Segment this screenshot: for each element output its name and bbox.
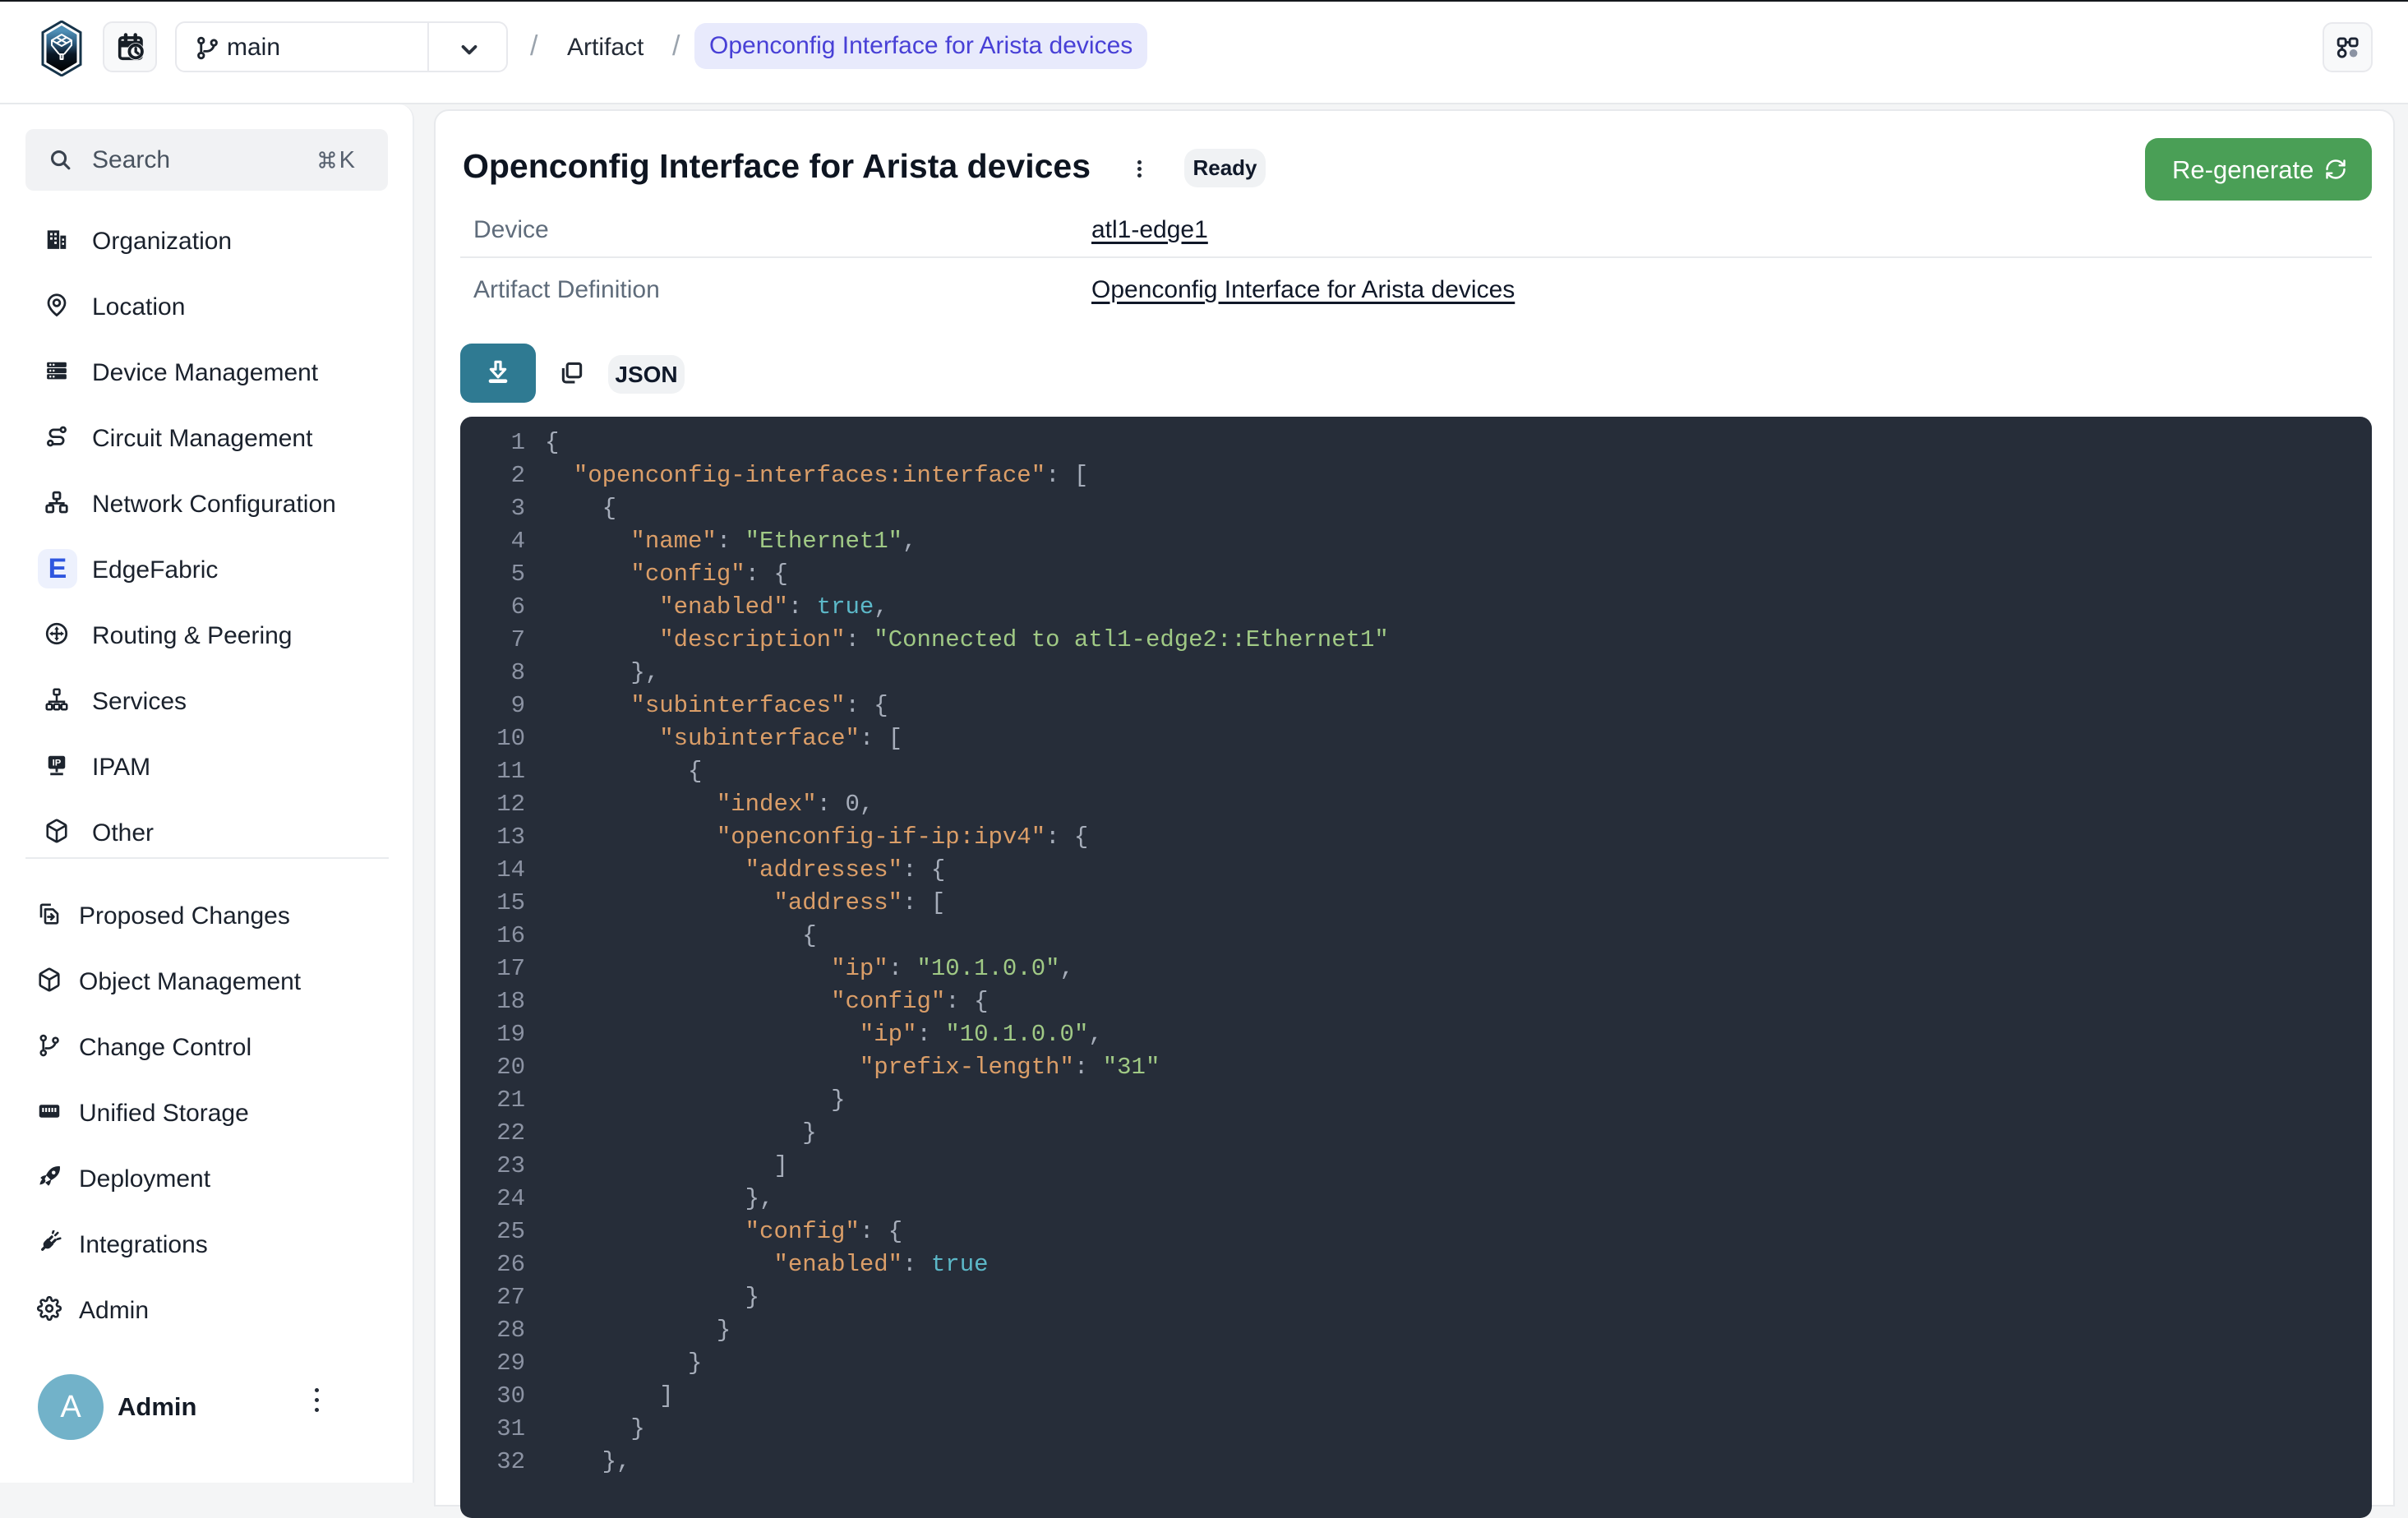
svg-text:IP: IP (53, 758, 62, 768)
